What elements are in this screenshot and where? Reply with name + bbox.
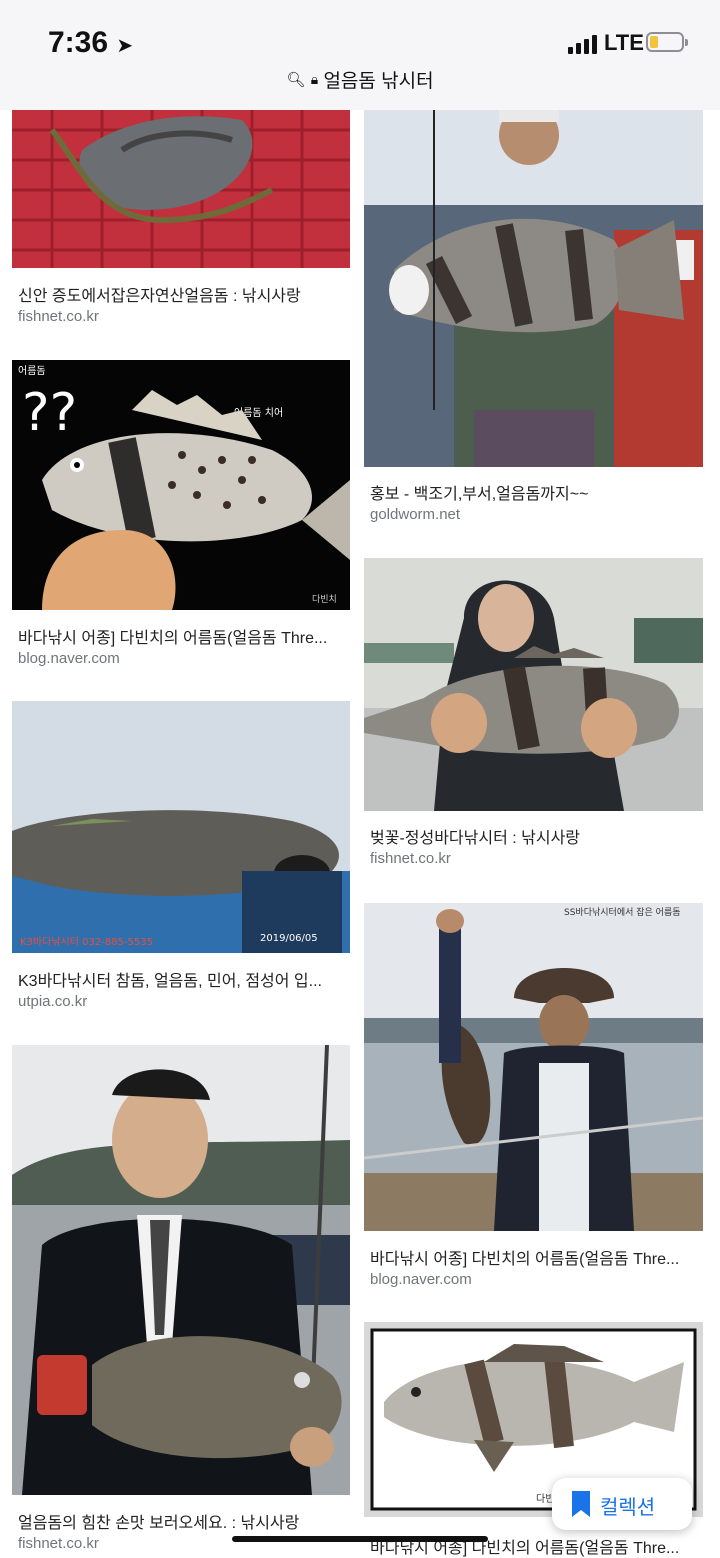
address-bar[interactable]: 🔍︎ 🔒︎ 얼음돔 낚시터 — [0, 66, 720, 93]
result-thumbnail[interactable] — [364, 110, 703, 467]
result-card[interactable]: K3바다낚시터 032-885-5535 2019/06/05 K3바다낚시터 … — [12, 701, 350, 1021]
lock-icon: 🔒︎ — [310, 71, 319, 87]
result-source[interactable]: utpia.co.kr — [18, 993, 87, 1010]
collection-label: 컬렉션 — [600, 1497, 656, 1519]
status-bar: 7:36 ➤ LTE 🔍︎ 🔒︎ 얼음돔 낚시터 — [0, 0, 720, 110]
result-source[interactable]: fishnet.co.kr — [18, 308, 99, 325]
result-thumbnail[interactable]: K3바다낚시터 032-885-5535 2019/06/05 — [12, 701, 350, 953]
image-watermark: K3바다낚시터 032-885-5535 — [20, 936, 153, 948]
result-thumbnail[interactable] — [12, 110, 350, 268]
result-title[interactable]: 바다낚시 어종] 다빈치의 어름돔(얼음돔 Thre... — [370, 1245, 679, 1269]
image-results-grid[interactable]: 신안 증도에서잡은자연산얼음돔 : 낚시사랑 fishnet.co.kr 홍보 … — [0, 110, 720, 1558]
url-text: 얼음돔 낚시터 — [323, 71, 434, 92]
search-icon: 🔍︎ — [286, 71, 306, 89]
result-source[interactable]: fishnet.co.kr — [370, 850, 451, 867]
image-watermark: 다빈치 — [312, 593, 337, 605]
image-watermark: SS바다낚시터에서 잡은 어름돔 — [564, 906, 681, 918]
result-title[interactable]: 바다낚시 어종] 다빈치의 어름돔(얼음돔 Thre... — [18, 624, 327, 648]
collection-button[interactable]: 컬렉션 — [552, 1478, 692, 1530]
signal-strength-icon — [568, 35, 597, 54]
network-type: LTE — [604, 30, 644, 55]
result-card[interactable]: 벚꽃-정성바다낚시터 : 낚시사랑 fishnet.co.kr — [364, 558, 703, 878]
image-date: 2019/06/05 — [260, 933, 318, 944]
image-label-fish-name: 어름돔 — [18, 365, 46, 377]
result-source[interactable]: blog.naver.com — [370, 1271, 472, 1288]
result-title[interactable]: K3바다낚시터 참돔, 얼음돔, 민어, 점성어 입... — [18, 967, 322, 991]
result-thumbnail[interactable] — [12, 1045, 350, 1495]
home-indicator[interactable] — [232, 1536, 488, 1542]
result-card[interactable]: 어름돔 ?? 어름돔 치어 다빈치 바다낚시 어종] 다빈치의 어름돔(얼음돔 … — [12, 360, 350, 670]
result-thumbnail[interactable]: 어름돔 ?? 어름돔 치어 다빈치 — [12, 360, 350, 610]
result-card[interactable]: 신안 증도에서잡은자연산얼음돔 : 낚시사랑 fishnet.co.kr — [12, 110, 350, 330]
result-card[interactable]: 홍보 - 백조기,부서,얼음돔까지~~ goldworm.net — [364, 110, 703, 530]
battery-icon — [646, 32, 688, 52]
location-arrow-icon: ➤ — [116, 35, 134, 57]
result-source[interactable]: goldworm.net — [370, 506, 460, 523]
result-title[interactable]: 벚꽃-정성바다낚시터 : 낚시사랑 — [370, 824, 580, 848]
result-title[interactable]: 홍보 - 백조기,부서,얼음돔까지~~ — [370, 480, 588, 504]
result-source[interactable]: blog.naver.com — [18, 650, 120, 667]
clock: 7:36 ➤ — [48, 26, 134, 59]
image-question-marks: ?? — [22, 383, 77, 443]
result-source[interactable]: fishnet.co.kr — [18, 1535, 99, 1552]
result-thumbnail[interactable] — [364, 558, 703, 811]
result-title[interactable]: 얼음돔의 힘찬 손맛 보러오세요. : 낚시사랑 — [18, 1509, 299, 1533]
result-card[interactable]: 얼음돔의 힘찬 손맛 보러오세요. : 낚시사랑 fishnet.co.kr — [12, 1045, 350, 1558]
result-card[interactable]: SS바다낚시터에서 잡은 어름돔 바다낚시 어종] 다빈치의 어름돔(얼음돔 T… — [364, 903, 703, 1293]
bookmark-icon — [572, 1491, 590, 1517]
result-title[interactable]: 신안 증도에서잡은자연산얼음돔 : 낚시사랑 — [18, 282, 301, 306]
result-thumbnail[interactable]: SS바다낚시터에서 잡은 어름돔 — [364, 903, 703, 1231]
